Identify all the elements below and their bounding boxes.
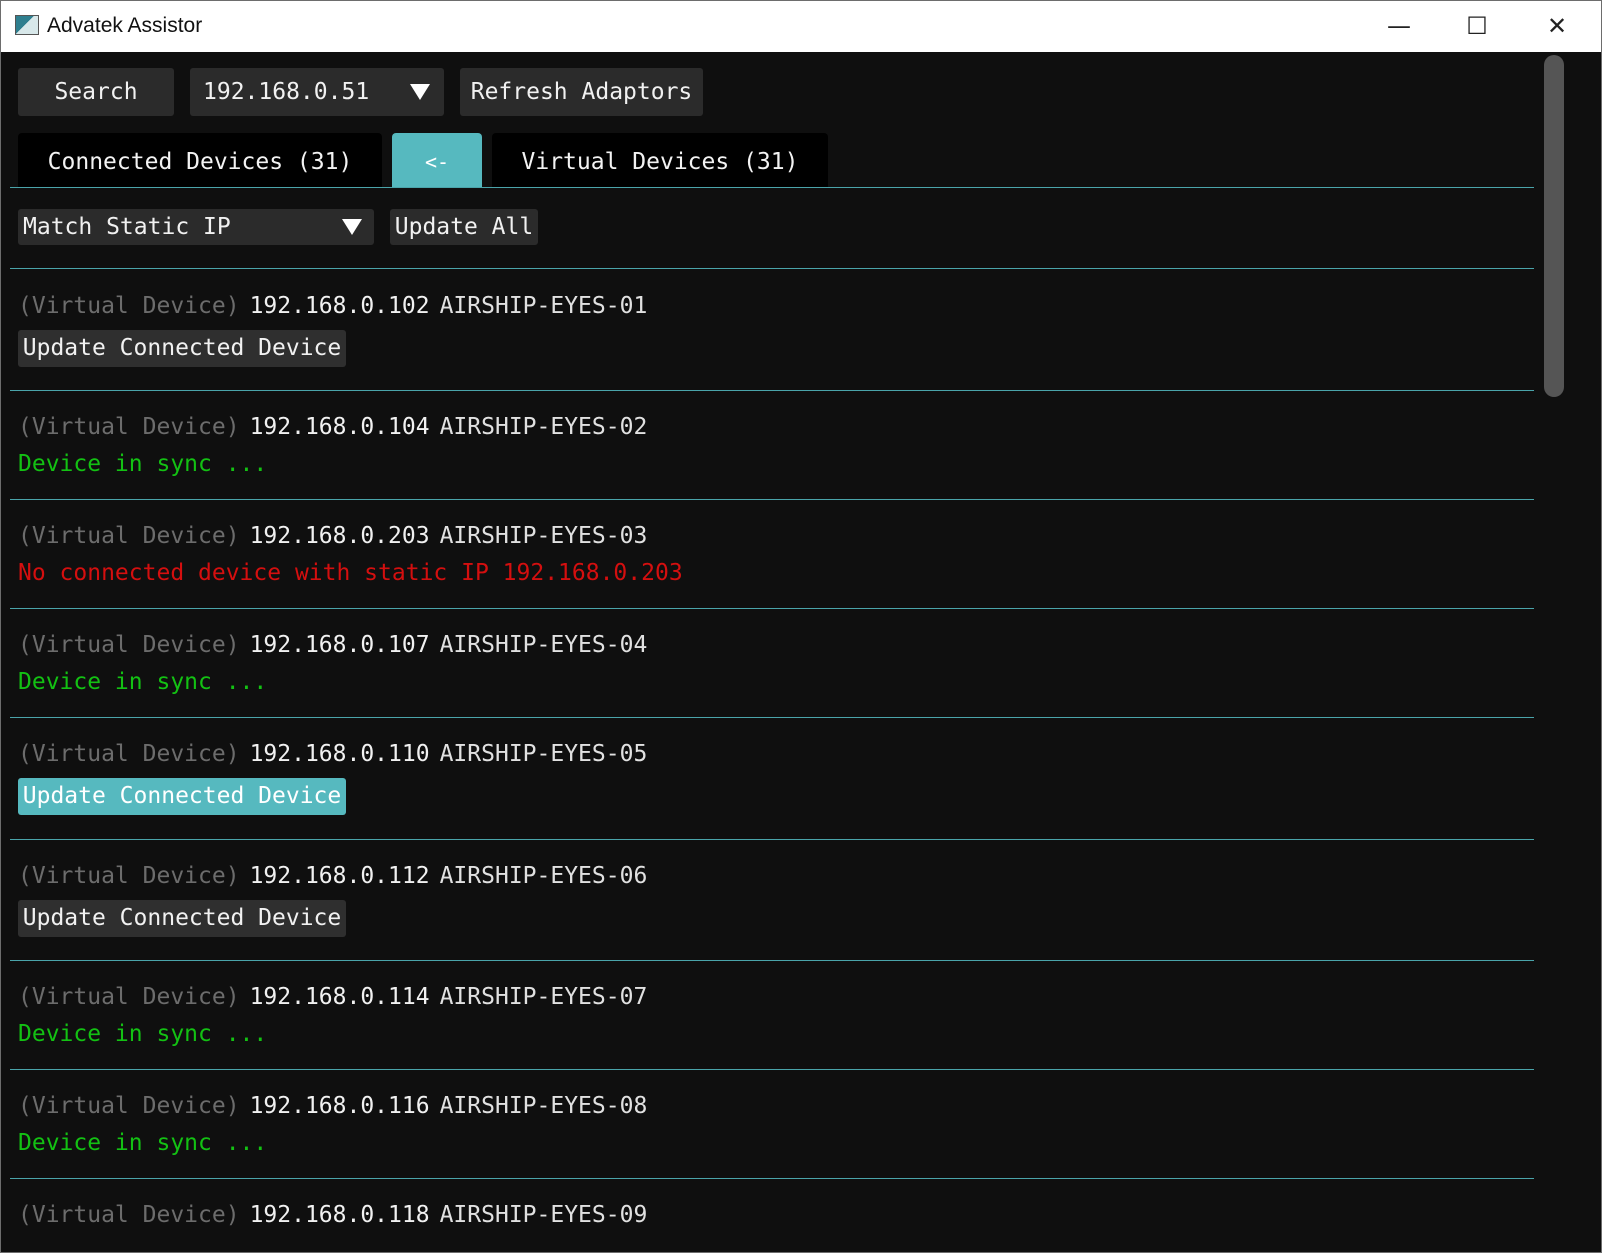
scrollbar-thumb[interactable] [1544,55,1564,397]
virtual-device-prefix: (Virtual Device) [18,863,240,889]
device-row: (Virtual Device) 192.168.0.118 AIRSHIP-EYE… [1,1179,1541,1252]
device-name: AIRSHIP-EYES-06 [439,863,648,889]
sync-status: Device in sync ... [18,1130,268,1156]
search-button[interactable]: Search [18,68,174,116]
device-ip: 192.168.0.107 [249,632,430,658]
virtual-device-prefix: (Virtual Device) [18,984,240,1010]
virtual-device-prefix: (Virtual Device) [18,1202,240,1228]
tab-virtual-devices[interactable]: Virtual Devices (31) [492,133,828,187]
update-connected-device-button[interactable]: Update Connected Device [18,900,346,937]
device-ip: 192.168.0.118 [249,1202,430,1228]
maximize-button[interactable]: ☐ [1438,1,1516,52]
update-connected-device-button[interactable]: Update Connected Device [18,330,346,367]
device-row: (Virtual Device) 192.168.0.114 AIRSHIP-EYE… [1,961,1541,1070]
device-name: AIRSHIP-EYES-08 [439,1093,648,1119]
match-mode-value: Match Static IP [23,214,231,240]
device-row: (Virtual Device) 192.168.0.203 AIRSHIP-EYE… [1,500,1541,609]
device-line: (Virtual Device) 192.168.0.112 AIRSHIP-EYE… [18,863,647,889]
virtual-device-prefix: (Virtual Device) [18,741,240,767]
app-icon [15,15,39,35]
device-row: (Virtual Device) 192.168.0.110 AIRSHIP-EYE… [1,718,1541,840]
device-line: (Virtual Device) 192.168.0.118 AIRSHIP-EYE… [18,1202,647,1228]
advatek-assistor-window: Advatek Assistor — ☐ ✕ Search 192.168.0.… [0,0,1602,1253]
adaptor-select[interactable]: 192.168.0.51 [190,68,444,116]
device-line: (Virtual Device) 192.168.0.107 AIRSHIP-EYE… [18,632,647,658]
device-name: AIRSHIP-EYES-01 [439,293,648,319]
virtual-device-prefix: (Virtual Device) [18,632,240,658]
update-connected-device-button[interactable]: Update Connected Device [18,778,346,815]
window-title: Advatek Assistor [47,14,203,37]
virtual-device-prefix: (Virtual Device) [18,293,240,319]
device-line: (Virtual Device) 192.168.0.102 AIRSHIP-EYE… [18,293,647,319]
main-content: Search 192.168.0.51 Refresh Adaptors Con… [1,52,1601,1252]
sync-status: Device in sync ... [18,669,268,695]
virtual-device-prefix: (Virtual Device) [18,414,240,440]
update-all-button[interactable]: Update All [390,209,538,245]
device-name: AIRSHIP-EYES-04 [439,632,648,658]
device-row: (Virtual Device) 192.168.0.104 AIRSHIP-EYE… [1,391,1541,500]
minimize-button[interactable]: — [1360,1,1438,52]
title-bar: Advatek Assistor — ☐ ✕ [1,1,1601,52]
tab-connected-devices[interactable]: Connected Devices (31) [18,133,382,187]
device-ip: 192.168.0.104 [249,414,430,440]
device-line: (Virtual Device) 192.168.0.114 AIRSHIP-EYE… [18,984,647,1010]
device-name: AIRSHIP-EYES-09 [439,1202,648,1228]
device-ip: 192.168.0.112 [249,863,430,889]
close-button[interactable]: ✕ [1518,1,1596,52]
sync-status: Device in sync ... [18,451,268,477]
back-arrow-button[interactable]: <- [392,133,482,187]
match-mode-select[interactable]: Match Static IP [18,209,374,245]
device-row: (Virtual Device) 192.168.0.116 AIRSHIP-EYE… [1,1070,1541,1179]
device-ip: 192.168.0.114 [249,984,430,1010]
device-line: (Virtual Device) 192.168.0.116 AIRSHIP-EYE… [18,1093,647,1119]
dropdown-arrow-icon [342,219,362,235]
tabs-divider [10,187,1534,188]
device-name: AIRSHIP-EYES-05 [439,741,648,767]
virtual-device-prefix: (Virtual Device) [18,1093,240,1119]
device-row: (Virtual Device) 192.168.0.107 AIRSHIP-EYE… [1,609,1541,718]
device-row: (Virtual Device) 192.168.0.102 AIRSHIP-EYE… [1,270,1541,391]
device-name: AIRSHIP-EYES-02 [439,414,648,440]
device-ip: 192.168.0.102 [249,293,430,319]
device-ip: 192.168.0.203 [249,523,430,549]
device-row: (Virtual Device) 192.168.0.112 AIRSHIP-EYE… [1,840,1541,961]
device-line: (Virtual Device) 192.168.0.104 AIRSHIP-EYE… [18,414,647,440]
error-status: No connected device with static IP 192.1… [18,560,683,586]
adaptor-selected-value: 192.168.0.51 [203,79,370,105]
device-line: (Virtual Device) 192.168.0.110 AIRSHIP-EYE… [18,741,647,767]
device-ip: 192.168.0.116 [249,1093,430,1119]
device-line: (Virtual Device) 192.168.0.203 AIRSHIP-EYE… [18,523,647,549]
dropdown-arrow-icon [410,84,430,100]
refresh-adaptors-button[interactable]: Refresh Adaptors [460,68,703,116]
sync-status: Device in sync ... [18,1021,268,1047]
device-name: AIRSHIP-EYES-07 [439,984,648,1010]
device-name: AIRSHIP-EYES-03 [439,523,648,549]
actions-divider [10,268,1534,269]
virtual-device-prefix: (Virtual Device) [18,523,240,549]
device-ip: 192.168.0.110 [249,741,430,767]
